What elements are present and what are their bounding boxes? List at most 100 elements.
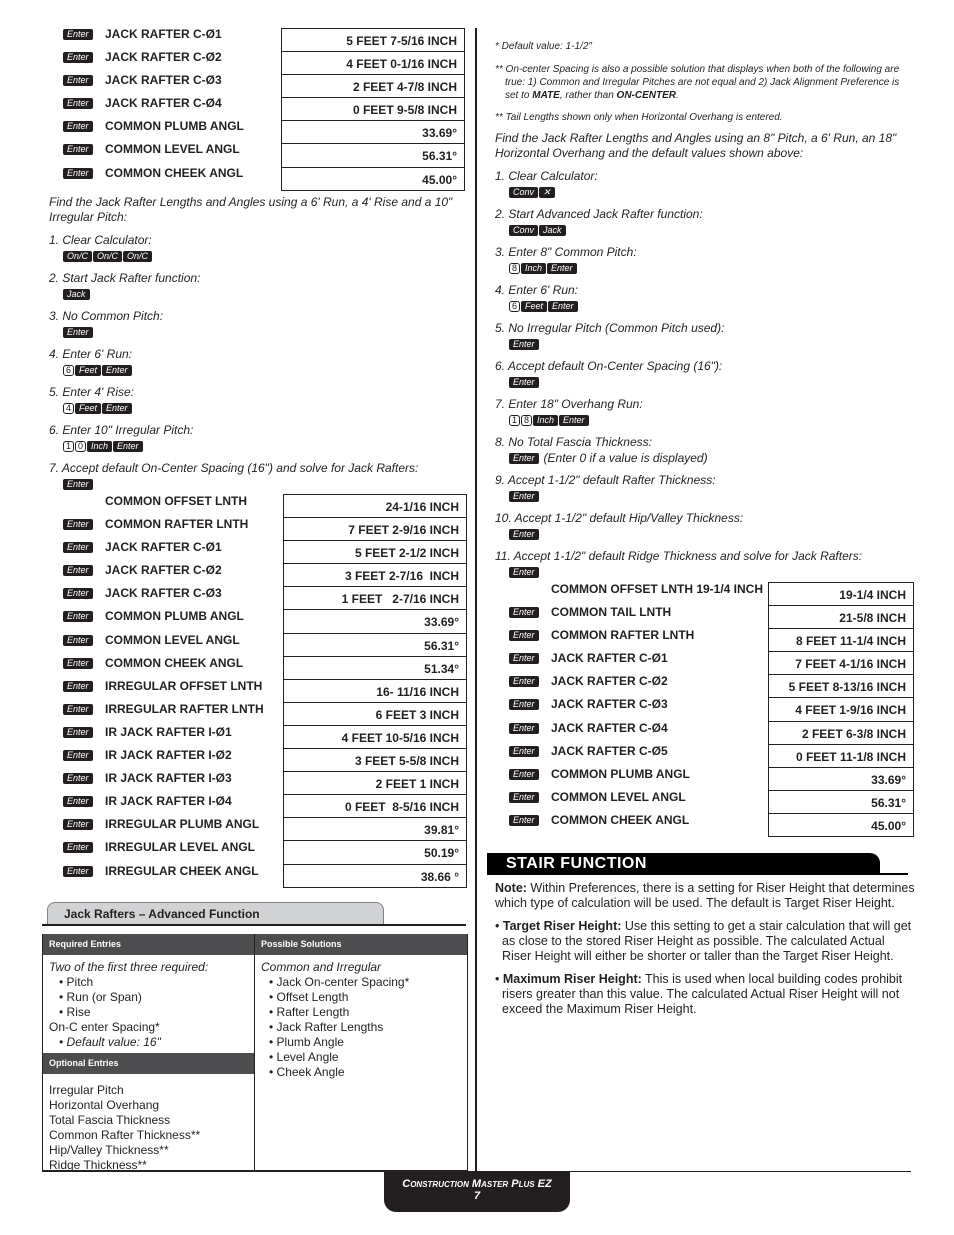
page-number: 7 — [473, 1190, 481, 1202]
enter-key: Enter — [63, 29, 93, 40]
result-value: 5 FEET 2-1/2 INCH — [284, 541, 466, 565]
inch-key: Inch — [87, 441, 113, 453]
stair-bullet-2: • Maximum Riser Height: This is used whe… — [495, 972, 903, 1016]
enter-key: Enter — [63, 479, 93, 491]
enter-key: Enter — [63, 519, 93, 531]
result-value: 6 FEET 3 INCH — [284, 703, 466, 726]
result-value: 2 FEET 4-7/8 INCH — [282, 75, 464, 99]
result-value: 33.69° — [284, 610, 466, 634]
step-text: 9. Accept 1-1/2" default Rafter Thicknes… — [495, 473, 716, 487]
enter-key: Enter — [63, 144, 93, 156]
result-row: Enter COMMON LEVEL ANGL — [509, 787, 769, 810]
result-row: Enter JACK RAFTER C-Ø4 — [63, 93, 278, 116]
feet-key: Feet — [75, 403, 102, 415]
enter-key: Enter — [63, 611, 93, 623]
inch-key: Inch — [521, 263, 547, 275]
result-row: Enter IRREGULAR OFFSET LNTH — [63, 676, 278, 699]
stair-rule — [487, 873, 908, 875]
result-label: JACK RAFTER C-Ø1 — [105, 27, 222, 41]
footnote-2-oncenter: ON-CENTER — [616, 90, 676, 101]
enter-key: Enter — [509, 630, 539, 642]
result-values-3: 19-1/4 INCH 21-5/8 INCH 8 FEET 11-1/4 INCH… — [768, 582, 914, 838]
result-row: Enter COMMON CHEEK ANGL — [509, 810, 769, 833]
result-row: Enter IR JACK RAFTER I-Ø4 — [63, 791, 278, 814]
spacing-default: • Default value: 16" — [59, 1035, 161, 1049]
required-intro: Two of the first three required: — [49, 960, 209, 974]
advanced-tab: Jack Rafters – Advanced Function — [47, 902, 384, 925]
result-row: Enter COMMON PLUMB ANGL — [63, 606, 278, 629]
bullet-1-label: Target Riser Height: — [502, 919, 622, 933]
key-sequence: 6 Feet Enter — [63, 363, 469, 378]
footnote-3: ** Tail Lengths shown only when Horizont… — [495, 112, 783, 123]
enter-key: Enter — [63, 726, 93, 738]
result-label: IR JACK RAFTER I-Ø1 — [105, 724, 232, 739]
list-item: Total Fascia Thickness — [49, 1113, 171, 1127]
stair-note: Note: Within Preferences, there is a set… — [495, 881, 915, 911]
step-text: 5. No Irregular Pitch (Common Pitch used… — [495, 321, 725, 335]
result-label: COMMON CHEEK ANGL — [105, 655, 244, 670]
enter-key: Enter — [63, 750, 93, 762]
key-sequence: 8 Inch Enter — [509, 261, 915, 276]
result-label: IRREGULAR PLUMB ANGL — [105, 817, 260, 832]
result-value: 2 FEET 6-3/8 INCH — [769, 722, 913, 745]
footnote-2: ** On-center Spacing is also a possible … — [495, 63, 905, 102]
result-label: JACK RAFTER C-Ø5 — [551, 743, 668, 758]
result-label: IR JACK RAFTER I-Ø2 — [105, 748, 232, 763]
result-label: JACK RAFTER C-Ø3 — [105, 73, 222, 88]
result-row: Enter IRREGULAR PLUMB ANGL — [63, 814, 278, 837]
result-value: 4 FEET 0-1/16 INCH — [282, 52, 464, 76]
result-label: COMMON PLUMB ANGL — [551, 766, 690, 781]
result-value: 24-1/16 INCH — [284, 495, 466, 519]
result-row: Enter JACK RAFTER C-Ø2 — [63, 560, 278, 583]
step-text: 8. No Total Fascia Thickness: — [495, 435, 652, 449]
list-item: • Rafter Length — [269, 1005, 350, 1019]
onc-key: On/C — [93, 251, 123, 263]
result-label: COMMON LEVEL ANGL — [551, 789, 686, 804]
onc-key: On/C — [123, 251, 153, 263]
result-value: 45.00° — [282, 168, 464, 191]
step: 3. No Common Pitch: Enter — [49, 309, 469, 347]
list-item: Horizontal Overhang — [49, 1098, 160, 1112]
result-row: Enter COMMON RAFTER LNTH — [509, 625, 769, 648]
enter-key: Enter — [63, 98, 93, 110]
result-value: 33.69° — [769, 768, 913, 791]
result-row: COMMON OFFSET LNTH 19-1/4 INCH — [509, 579, 769, 602]
enter-key: Enter — [63, 75, 93, 87]
result-row: Enter COMMON LEVEL ANGL — [63, 630, 278, 653]
list-item: • Level Angle — [269, 1050, 339, 1064]
enter-key: Enter — [102, 403, 132, 415]
result-value: 51.34° — [284, 657, 466, 680]
result-row: Enter JACK RAFTER C-Ø4 — [509, 718, 769, 741]
step-text: 7. Accept default On-Center Spacing (16"… — [49, 461, 419, 475]
key-sequence: On/C On/C On/C — [63, 249, 469, 264]
list-item: • Offset Length — [269, 990, 349, 1004]
solutions-header: Possible Solutions — [255, 934, 467, 955]
key-sequence: Enter — [509, 565, 915, 580]
step: 1. Clear Calculator: On/C On/C On/C — [49, 233, 469, 271]
enter-key: Enter — [102, 365, 132, 377]
footer-tab: Construction Master Plus EZ 7 — [384, 1172, 570, 1212]
result-label: COMMON PLUMB ANGL — [105, 609, 244, 624]
result-value: 56.31° — [769, 791, 913, 814]
result-label: IR JACK RAFTER I-Ø3 — [105, 771, 232, 786]
result-value: 33.69° — [282, 121, 464, 145]
jack-key: Jack — [539, 225, 566, 237]
digit-key: 1 — [509, 415, 521, 427]
enter-key: Enter — [63, 703, 93, 715]
digit-key: 0 — [75, 441, 87, 453]
result-label: JACK RAFTER C-Ø2 — [551, 674, 668, 689]
step: 7. Enter 18" Overhang Run: 1 8 Inch Enter — [495, 397, 915, 435]
manual-page: Enter JACK RAFTER C-Ø1 Enter JACK RAFTER C-… — [0, 0, 954, 1235]
result-label: JACK RAFTER C-Ø2 — [105, 50, 222, 65]
result-values-1: 5 FEET 7-5/16 INCH 4 FEET 0-1/16 INCH 2 FE… — [281, 28, 465, 191]
result-row: Enter IR JACK RAFTER I-Ø3 — [63, 768, 278, 791]
result-row: Enter JACK RAFTER C-Ø3 — [63, 70, 278, 93]
result-labels-3: COMMON OFFSET LNTH 19-1/4 INCH Enter COMMO… — [509, 579, 769, 833]
enter-key: Enter — [548, 301, 578, 313]
result-row: COMMON OFFSET LNTH — [63, 491, 278, 514]
key-sequence: Enter — [509, 489, 915, 504]
result-value: 5 FEET 8-13/16 INCH — [769, 675, 913, 699]
digit-key: 4 — [63, 403, 75, 415]
list-item: Irregular Pitch — [49, 1083, 124, 1097]
result-label: IRREGULAR CHEEK ANGL — [105, 863, 259, 878]
